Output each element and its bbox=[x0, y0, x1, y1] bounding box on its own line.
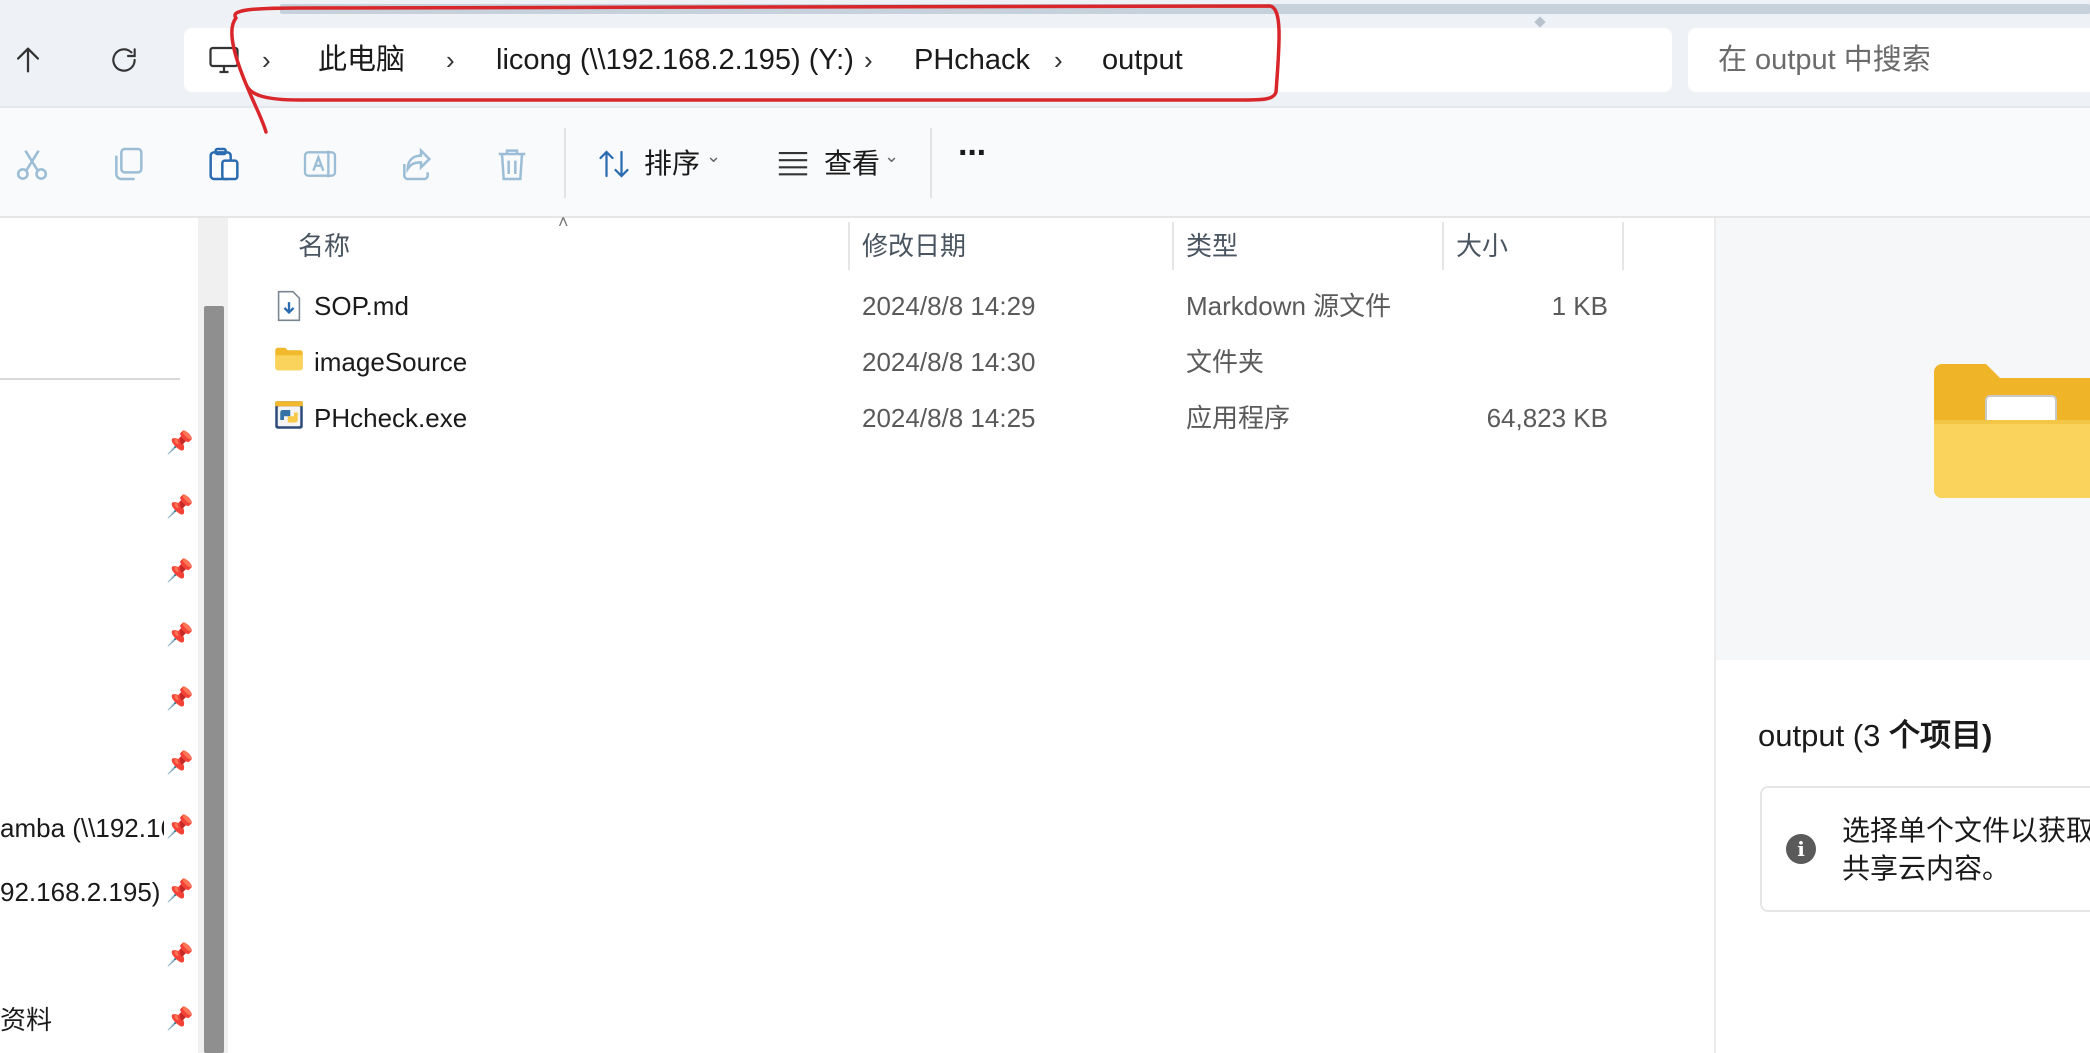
folder-preview-icon bbox=[1934, 364, 2090, 498]
breadcrumb-separator: › bbox=[262, 45, 271, 75]
pin-icon[interactable]: 📌 bbox=[166, 813, 194, 841]
breadcrumb-this-pc[interactable]: 此电脑 bbox=[318, 40, 405, 80]
breadcrumb-separator: › bbox=[1054, 45, 1063, 75]
sidebar-item-network-drive[interactable]: 92.168.2.195) bbox=[0, 874, 164, 910]
pin-icon[interactable]: 📌 bbox=[166, 749, 194, 777]
file-row[interactable]: PHcheck.exe 2024/8/8 14:25 应用程序 64,823 K… bbox=[260, 390, 1630, 446]
chevron-down-icon: ⌄ bbox=[884, 146, 900, 166]
file-type: Markdown 源文件 bbox=[1186, 291, 1392, 321]
computer-icon bbox=[206, 42, 242, 78]
file-modified: 2024/8/8 14:30 bbox=[862, 347, 1036, 377]
sidebar-scroll-thumb[interactable] bbox=[204, 306, 224, 1053]
share-button[interactable] bbox=[388, 136, 444, 192]
file-row[interactable]: imageSource 2024/8/8 14:30 文件夹 bbox=[260, 334, 1630, 390]
tab-scrollbar[interactable] bbox=[280, 4, 2090, 14]
search-input[interactable]: 在 output 中搜索 bbox=[1718, 40, 1931, 80]
chevron-down-icon: ⌄ bbox=[706, 146, 722, 166]
column-header-name[interactable]: 名称 bbox=[298, 226, 350, 266]
breadcrumb-separator: › bbox=[446, 45, 455, 75]
info-message-line: 共享云内容。 bbox=[1842, 853, 2011, 884]
column-header-modified[interactable]: 修改日期 bbox=[862, 226, 966, 266]
toolbar-separator bbox=[930, 128, 932, 198]
info-message: 选择单个文件以获取 共享云内容。 bbox=[1842, 812, 2090, 888]
up-button[interactable] bbox=[0, 32, 56, 88]
more-options-button[interactable]: ··· bbox=[954, 134, 1004, 184]
copy-icon bbox=[115, 147, 143, 181]
pin-icon[interactable]: 📌 bbox=[166, 429, 194, 457]
trash-icon bbox=[498, 149, 526, 181]
sort-icon bbox=[599, 150, 629, 178]
rename-button[interactable] bbox=[292, 136, 348, 192]
pin-icon[interactable]: 📌 bbox=[166, 493, 194, 521]
file-name: PHcheck.exe bbox=[314, 403, 468, 433]
info-icon: i bbox=[1786, 834, 1816, 864]
folder-icon bbox=[275, 347, 303, 371]
clipboard-icon bbox=[209, 147, 239, 181]
preview-title: output (3 个项目) bbox=[1758, 714, 1992, 758]
file-modified: 2024/8/8 14:25 bbox=[862, 403, 1036, 433]
sidebar-item-samba[interactable]: amba (\\192.16 bbox=[0, 810, 164, 846]
breadcrumb-output[interactable]: output bbox=[1102, 40, 1183, 80]
breadcrumb-separator: › bbox=[864, 45, 873, 75]
file-size: 64,823 KB bbox=[1486, 403, 1608, 433]
python-exe-icon bbox=[275, 401, 303, 429]
view-label: 查看 bbox=[824, 148, 881, 179]
breadcrumb-network-drive[interactable]: licong (\\192.168.2.195) (Y:) bbox=[496, 40, 854, 80]
arrow-up-icon bbox=[16, 47, 40, 73]
sort-button[interactable]: 排序 ⌄ bbox=[592, 142, 732, 186]
cut-button[interactable] bbox=[4, 136, 60, 192]
pin-icon[interactable]: 📌 bbox=[166, 621, 194, 649]
column-header-type[interactable]: 类型 bbox=[1186, 226, 1238, 266]
column-header-size[interactable]: 大小 bbox=[1456, 226, 1508, 266]
sort-label: 排序 bbox=[644, 148, 701, 179]
pin-icon[interactable]: 📌 bbox=[166, 685, 194, 713]
refresh-button[interactable] bbox=[96, 32, 152, 88]
pin-icon[interactable]: 📌 bbox=[166, 557, 194, 585]
paste-button[interactable] bbox=[196, 136, 252, 192]
toolbar-separator bbox=[564, 128, 566, 198]
view-button[interactable]: 查看 ⌄ bbox=[774, 142, 904, 186]
column-separator[interactable] bbox=[1622, 222, 1624, 270]
column-separator[interactable] bbox=[1442, 222, 1444, 270]
more-icon: ··· bbox=[958, 134, 988, 172]
scissors-icon bbox=[16, 150, 48, 180]
file-type: 应用程序 bbox=[1186, 403, 1291, 433]
preview-item-count: 个项目) bbox=[1888, 718, 1993, 753]
share-icon bbox=[403, 147, 432, 181]
sort-indicator-icon: ˄ bbox=[558, 212, 569, 232]
preview-folder-name: output (3 bbox=[1758, 718, 1889, 753]
column-separator[interactable] bbox=[1172, 222, 1174, 270]
sidebar-item-docs[interactable]: 资料 bbox=[0, 1002, 164, 1038]
rename-icon bbox=[303, 150, 337, 178]
file-size: 1 KB bbox=[1551, 291, 1608, 321]
markdown-file-icon bbox=[277, 290, 301, 322]
file-type: 文件夹 bbox=[1186, 347, 1265, 377]
pin-icon[interactable]: 📌 bbox=[166, 877, 194, 905]
file-modified: 2024/8/8 14:29 bbox=[862, 291, 1036, 321]
delete-button[interactable] bbox=[484, 136, 540, 192]
breadcrumb-phchack[interactable]: PHchack bbox=[914, 40, 1030, 80]
copy-button[interactable] bbox=[100, 136, 156, 192]
pin-icon[interactable]: 📌 bbox=[166, 941, 194, 969]
info-message-line: 选择单个文件以获取 bbox=[1842, 815, 2090, 846]
file-row[interactable]: SOP.md 2024/8/8 14:29 Markdown 源文件 1 KB bbox=[260, 278, 1630, 334]
sidebar-divider bbox=[0, 378, 180, 380]
file-name: imageSource bbox=[314, 347, 468, 377]
column-separator[interactable] bbox=[848, 222, 850, 270]
list-view-icon bbox=[778, 152, 808, 176]
pin-icon[interactable]: 📌 bbox=[166, 1005, 194, 1033]
refresh-icon bbox=[112, 48, 136, 72]
file-name: SOP.md bbox=[314, 291, 409, 321]
